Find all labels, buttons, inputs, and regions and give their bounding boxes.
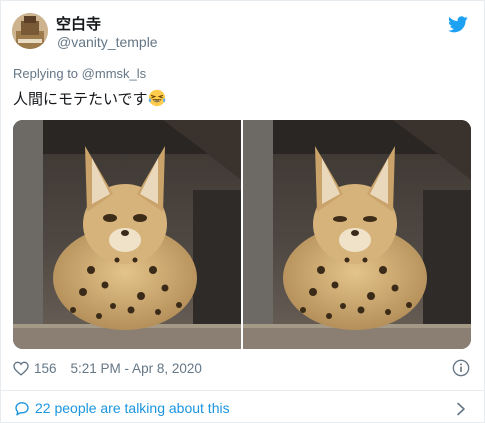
- tweet-card: 空白寺 @vanity_temple Replying to @mmsk_ls …: [0, 0, 485, 423]
- twitter-bird-icon[interactable]: [448, 16, 468, 33]
- like-count[interactable]: 156: [34, 361, 57, 376]
- heart-icon[interactable]: [13, 361, 29, 376]
- replying-to: Replying to @mmsk_ls: [13, 66, 146, 81]
- display-name[interactable]: 空白寺: [56, 13, 101, 34]
- speech-bubble-icon: [15, 401, 29, 416]
- laughing-tears-emoji-icon: [148, 89, 165, 107]
- talking-about-text: 22 people are talking about this: [35, 400, 230, 416]
- replying-handle-link[interactable]: @mmsk_ls: [82, 66, 146, 81]
- media-grid[interactable]: [13, 120, 471, 349]
- replying-prefix: Replying to: [13, 66, 79, 81]
- tweet-timestamp[interactable]: 5:21 PM - Apr 8, 2020: [71, 361, 202, 376]
- serval-cat-photo[interactable]: [243, 120, 471, 349]
- avatar[interactable]: [12, 13, 48, 49]
- user-handle[interactable]: @vanity_temple: [57, 34, 158, 50]
- tweet-text-content: 人間にモテたいです: [13, 91, 148, 108]
- serval-cat-photo[interactable]: [13, 120, 241, 349]
- divider: [1, 390, 484, 391]
- tweet-meta: 156 5:21 PM - Apr 8, 2020: [13, 361, 202, 376]
- chevron-right-icon[interactable]: [456, 402, 466, 416]
- tweet-text: 人間にモテたいです: [13, 88, 166, 109]
- conversation-link[interactable]: 22 people are talking about this: [14, 400, 230, 416]
- info-icon[interactable]: [452, 359, 470, 377]
